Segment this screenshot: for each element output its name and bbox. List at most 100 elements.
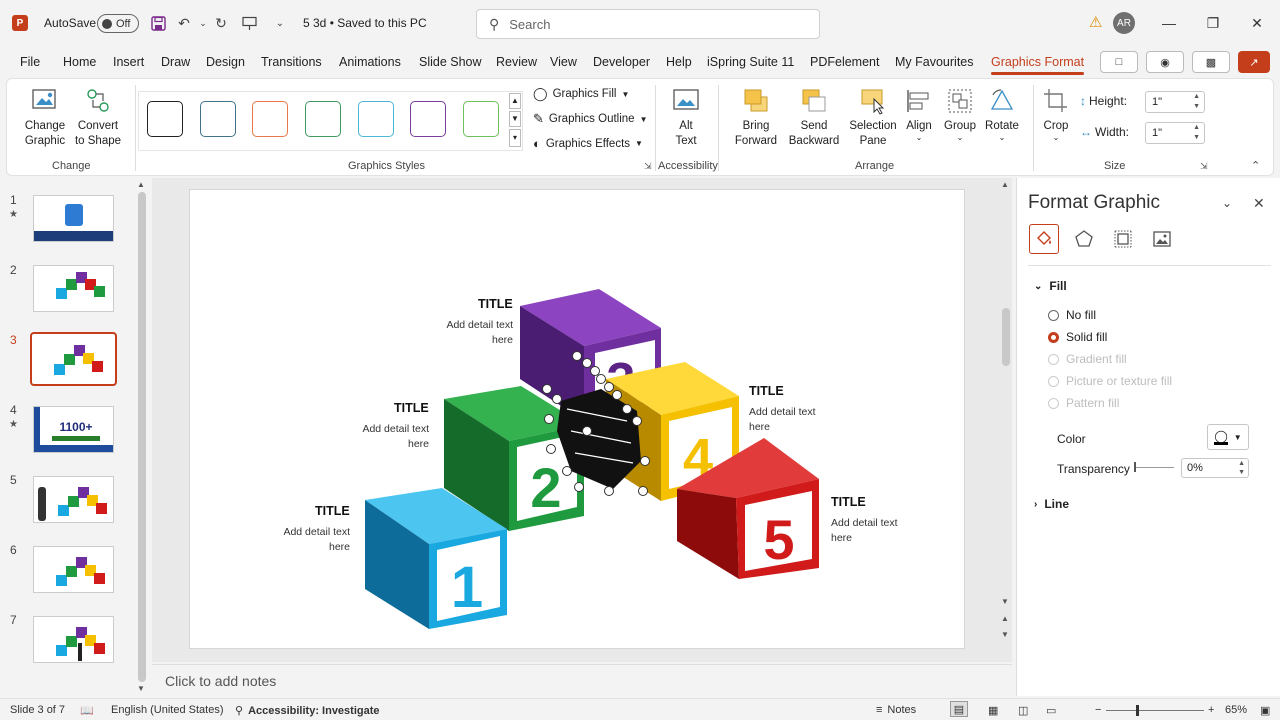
notes-button[interactable]: ≡ Notes	[876, 704, 916, 716]
normal-view-icon[interactable]: ▤	[950, 701, 968, 717]
slide-thumb-4[interactable]: 1100+	[33, 406, 114, 453]
notes-pane[interactable]: Click to add notes	[152, 664, 1012, 696]
height-input[interactable]: 1" ▲ ▼	[1145, 91, 1205, 113]
slider-thumb[interactable]	[1134, 462, 1136, 472]
caption-title-5[interactable]: TITLE	[831, 495, 866, 509]
slide-thumb-7[interactable]	[33, 616, 114, 663]
comments-button[interactable]: □	[1100, 51, 1138, 73]
style-swatch-2[interactable]	[200, 101, 236, 137]
tab-transitions[interactable]: Transitions	[261, 55, 322, 69]
caption-title-1[interactable]: TITLE	[315, 504, 350, 518]
caption-text-5[interactable]: Add detail text here	[831, 516, 911, 546]
tab-ispring[interactable]: iSpring Suite 11	[707, 55, 794, 69]
gallery-scroll-down-icon[interactable]: ▼	[509, 111, 521, 127]
canvas-scrollbar[interactable]	[1002, 308, 1010, 366]
graphics-outline-button[interactable]: ✎ Graphics Outline ▼	[533, 111, 647, 127]
bring-forward-button[interactable]: Bring Forward	[727, 87, 785, 149]
tab-file[interactable]: File	[20, 55, 40, 69]
slide-thumb-6[interactable]	[33, 546, 114, 593]
crop-button[interactable]: Crop ⌄	[1040, 87, 1072, 142]
effects-tab[interactable]	[1069, 224, 1099, 254]
tab-slide-show[interactable]: Slide Show	[419, 55, 482, 69]
save-icon[interactable]	[149, 14, 167, 32]
slide[interactable]: 3 4 2 5	[189, 189, 965, 649]
zoom-level[interactable]: 65%	[1225, 704, 1247, 716]
slide-thumb-3[interactable]	[30, 332, 117, 386]
caption-text-4[interactable]: Add detail text here	[749, 405, 829, 435]
group-button[interactable]: Group ⌄	[942, 87, 978, 142]
send-backward-button[interactable]: Send Backward	[785, 87, 843, 149]
graphics-effects-button[interactable]: ◐ Graphics Effects ▼	[533, 136, 643, 151]
thumbs-scroll-up-icon[interactable]: ▲	[137, 180, 145, 189]
align-button[interactable]: Align ⌄	[902, 87, 936, 142]
transparency-slider[interactable]	[1134, 462, 1174, 472]
tab-home[interactable]: Home	[63, 55, 96, 69]
style-swatch-4[interactable]	[305, 101, 341, 137]
styles-dialog-launcher-icon[interactable]: ⇲	[644, 161, 652, 172]
caption-title-4[interactable]: TITLE	[749, 384, 784, 398]
tab-design[interactable]: Design	[206, 55, 245, 69]
slideshow-view-icon[interactable]: ▭	[1046, 704, 1056, 717]
zoom-slider[interactable]	[1106, 705, 1204, 716]
warning-icon[interactable]: ⚠	[1089, 15, 1105, 31]
width-input[interactable]: 1" ▲ ▼	[1145, 122, 1205, 144]
slide-indicator[interactable]: Slide 3 of 7	[10, 704, 65, 716]
graphics-fill-button[interactable]: ◯ Graphics Fill ▼	[533, 86, 629, 102]
fill-section-header[interactable]: ⌄ Fill	[1034, 279, 1067, 293]
caption-text-3[interactable]: Add detail text here	[443, 318, 513, 348]
style-swatch-1[interactable]	[147, 101, 183, 137]
tab-my-favourites[interactable]: My Favourites	[895, 55, 974, 69]
reading-view-icon[interactable]: ◫	[1018, 704, 1028, 717]
gallery-scroll-up-icon[interactable]: ▲	[509, 93, 521, 109]
caption-title-3[interactable]: TITLE	[478, 297, 513, 311]
tab-view[interactable]: View	[550, 55, 577, 69]
picture-tab[interactable]	[1147, 224, 1177, 254]
autosave-toggle[interactable]: Off	[97, 14, 139, 33]
spelling-icon[interactable]: 📖	[80, 704, 94, 717]
thumbs-scrollbar[interactable]	[138, 192, 146, 682]
no-fill-option[interactable]: No fill	[1048, 308, 1096, 322]
tab-help[interactable]: Help	[666, 55, 692, 69]
caption-text-2[interactable]: Add detail text here	[359, 422, 429, 452]
avatar[interactable]: AR	[1113, 12, 1135, 34]
teams-button[interactable]: ▩	[1192, 51, 1230, 73]
undo-icon[interactable]: ↶	[175, 14, 193, 32]
pane-close-icon[interactable]: ✕	[1253, 195, 1265, 212]
search-input[interactable]: ⚲ Search	[476, 9, 820, 39]
style-swatch-5[interactable]	[358, 101, 394, 137]
present-icon[interactable]	[240, 14, 258, 32]
height-spinner-icon[interactable]: ▲ ▼	[1193, 92, 1200, 112]
convert-to-shape-button[interactable]: Convert to Shape	[74, 87, 122, 149]
slide-thumb-2[interactable]	[33, 265, 114, 312]
undo-dropdown-icon[interactable]: ⌄	[194, 14, 212, 32]
restore-icon[interactable]: ❐	[1198, 10, 1228, 36]
tab-draw[interactable]: Draw	[161, 55, 190, 69]
language-indicator[interactable]: English (United States)	[111, 704, 224, 716]
fill-line-tab[interactable]	[1029, 224, 1059, 254]
close-icon[interactable]: ✕	[1242, 10, 1272, 36]
tab-review[interactable]: Review	[496, 55, 537, 69]
zoom-out-icon[interactable]: −	[1095, 704, 1101, 716]
tab-animations[interactable]: Animations	[339, 55, 401, 69]
redo-icon[interactable]: ↻	[212, 14, 230, 32]
record-button[interactable]: ◉	[1146, 51, 1184, 73]
style-swatch-3[interactable]	[252, 101, 288, 137]
canvas-scroll-down-icon[interactable]: ▼	[1001, 597, 1009, 606]
selection-pane-button[interactable]: Selection Pane	[847, 87, 899, 149]
zoom-slider-thumb[interactable]	[1136, 705, 1139, 716]
pane-options-chevron-icon[interactable]: ⌄	[1222, 196, 1232, 210]
line-section-header[interactable]: › Line	[1034, 497, 1069, 511]
customize-toolbar-icon[interactable]: ⌄	[271, 14, 289, 32]
tab-pdfelement[interactable]: PDFelement	[810, 55, 879, 69]
accessibility-indicator[interactable]: ⚲ Accessibility: Investigate	[235, 704, 380, 718]
style-swatch-6[interactable]	[410, 101, 446, 137]
collapse-ribbon-icon[interactable]: ⌃	[1251, 159, 1260, 172]
slide-thumb-1[interactable]	[33, 195, 114, 242]
alt-text-button[interactable]: Alt Text	[666, 87, 706, 149]
change-graphic-button[interactable]: Change Graphic	[22, 87, 68, 149]
previous-slide-icon[interactable]: ▲	[1001, 614, 1009, 623]
gallery-more-icon[interactable]: ▾	[509, 129, 521, 147]
fit-slide-icon[interactable]: ▣	[1260, 704, 1270, 717]
document-title[interactable]: 5 3d • Saved to this PC	[303, 16, 427, 30]
caption-title-2[interactable]: TITLE	[394, 401, 429, 415]
